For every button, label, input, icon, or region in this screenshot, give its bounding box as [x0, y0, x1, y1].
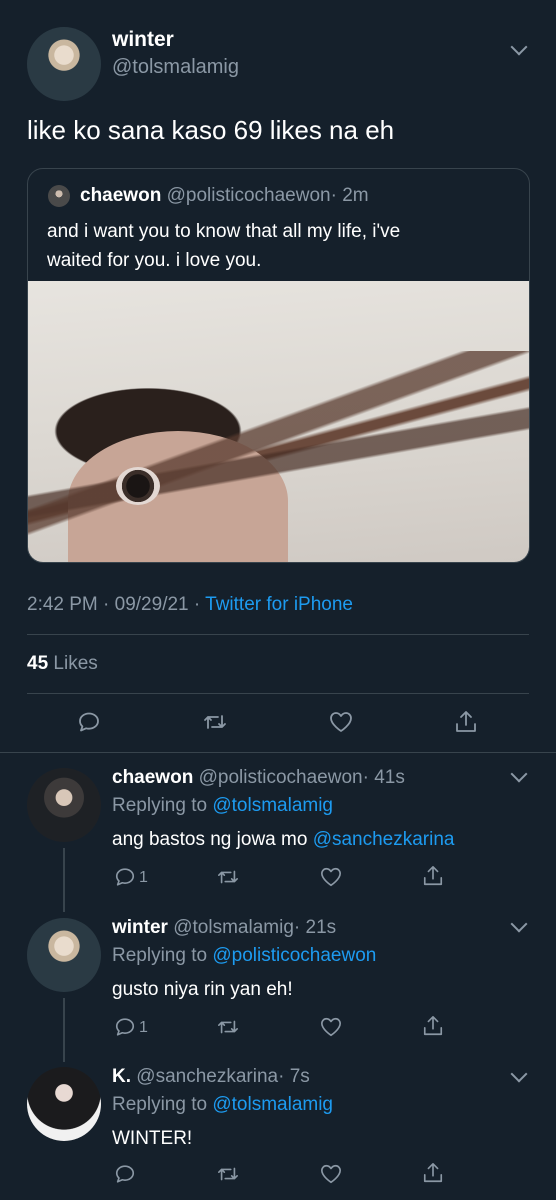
- author-name[interactable]: winter: [112, 28, 174, 52]
- chevron-down-icon[interactable]: [510, 915, 528, 933]
- photo-hair: [28, 351, 529, 562]
- tweet-text: like ko sana kaso 69 likes na eh: [27, 115, 395, 145]
- reply-time: · 41s: [362, 767, 405, 788]
- quoted-author-handle: @polisticochaewon: [166, 185, 331, 206]
- tweet-source[interactable]: Twitter for iPhone: [205, 594, 353, 615]
- reply-mention[interactable]: @sanchezkarina: [313, 829, 455, 850]
- avatar[interactable]: [27, 27, 101, 101]
- reply-author-name[interactable]: chaewon: [112, 767, 193, 788]
- quoted-time: · 2m: [330, 185, 369, 206]
- like-icon[interactable]: [319, 1016, 343, 1038]
- share-icon[interactable]: [422, 1014, 444, 1038]
- chevron-down-icon[interactable]: [510, 765, 528, 783]
- reply-author-name[interactable]: winter: [112, 917, 168, 938]
- replying-to-handle[interactable]: @tolsmalamig: [212, 1094, 333, 1115]
- divider: [27, 693, 529, 694]
- like-icon[interactable]: [319, 866, 343, 888]
- reply-text: ang bastos ng jowa mo: [112, 829, 308, 850]
- quoted-photo[interactable]: [28, 281, 529, 562]
- likes-label: Likes: [53, 653, 98, 674]
- reply-author-handle[interactable]: @polisticochaewon: [199, 767, 363, 788]
- replying-to-label: Replying to: [112, 1094, 208, 1115]
- replying-to-label: Replying to: [112, 945, 208, 966]
- photo-eye: [116, 467, 160, 505]
- quoted-text-line-1: and i want you to know that all my life,…: [47, 221, 401, 242]
- reply-time: · 21s: [293, 917, 337, 938]
- avatar[interactable]: [27, 1067, 101, 1141]
- reply-text: gusto niya rin yan eh!: [112, 979, 293, 1000]
- quoted-author-name: chaewon: [80, 185, 162, 206]
- author-handle[interactable]: @tolsmalamig: [112, 56, 239, 79]
- section-divider: [0, 752, 556, 753]
- reply-author-handle[interactable]: @tolsmalamig: [173, 917, 294, 938]
- share-icon[interactable]: [454, 709, 478, 735]
- avatar[interactable]: [27, 918, 101, 992]
- share-icon[interactable]: [422, 864, 444, 888]
- reply-text: WINTER!: [112, 1128, 193, 1149]
- quoted-text-line-2: waited for you. i love you.: [47, 250, 262, 271]
- replying-to-handle[interactable]: @tolsmalamig: [212, 795, 333, 816]
- reply-count: 1: [139, 869, 148, 886]
- quoted-tweet[interactable]: chaewon @polisticochaewon· 2m and i want…: [27, 168, 530, 563]
- reply-author-handle[interactable]: @sanchezkarina: [136, 1066, 278, 1087]
- retweet-icon[interactable]: [216, 1163, 240, 1185]
- replying-to-label: Replying to: [112, 795, 208, 816]
- reply-icon[interactable]: [77, 710, 101, 734]
- reply-icon[interactable]: [114, 1016, 136, 1038]
- share-icon[interactable]: [422, 1161, 444, 1185]
- likes-stat[interactable]: 45 Likes: [27, 653, 98, 675]
- retweet-icon[interactable]: [216, 866, 240, 888]
- tweet-timestamp: 2:42 PM · 09/29/21 ·: [27, 594, 201, 615]
- reply-icon[interactable]: [114, 1163, 136, 1185]
- thread-line: [63, 848, 65, 912]
- reply-count: 1: [139, 1019, 148, 1036]
- retweet-icon[interactable]: [216, 1016, 240, 1038]
- like-icon[interactable]: [328, 710, 354, 734]
- chevron-down-icon[interactable]: [510, 1065, 528, 1083]
- replying-to-handle[interactable]: @polisticochaewon: [212, 945, 376, 966]
- like-icon[interactable]: [319, 1163, 343, 1185]
- reply-author-name[interactable]: K.: [112, 1066, 131, 1087]
- chevron-down-icon[interactable]: [510, 38, 528, 56]
- avatar[interactable]: [27, 768, 101, 842]
- likes-count: 45: [27, 653, 49, 674]
- reply-icon[interactable]: [114, 866, 136, 888]
- retweet-icon[interactable]: [202, 710, 228, 734]
- thread-line: [63, 998, 65, 1062]
- divider: [27, 634, 529, 635]
- quoted-avatar: [48, 185, 70, 207]
- reply-time: · 7s: [278, 1066, 310, 1087]
